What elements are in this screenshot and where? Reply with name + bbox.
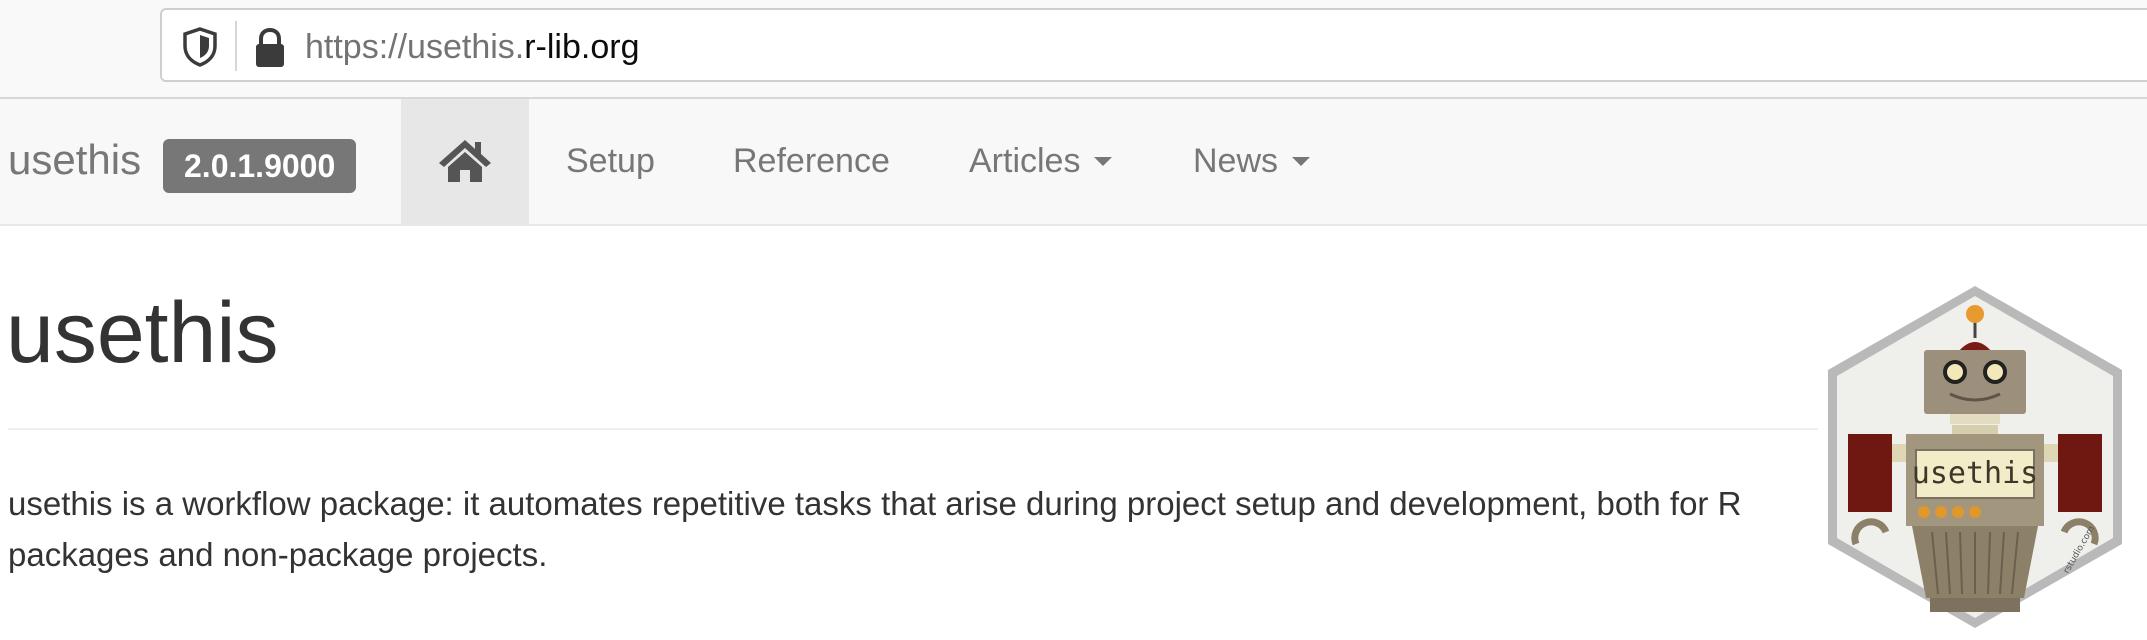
nav-setup[interactable]: Setup	[566, 99, 655, 224]
address-bar-divider	[235, 21, 237, 71]
nav-home[interactable]	[401, 99, 529, 224]
nav-articles-label: Articles	[969, 142, 1081, 180]
nav-news-label: News	[1193, 142, 1279, 180]
shield-icon[interactable]	[182, 27, 218, 67]
nav-news-dropdown[interactable]: News	[1193, 99, 1311, 224]
usethis-hex-logo: usethis rstudio.com	[1828, 286, 2122, 628]
hex-logo-text: usethis	[1912, 456, 2038, 491]
site-navbar: usethis 2.0.1.9000 Setup Reference Artic…	[0, 99, 2147, 226]
caret-down-icon	[1094, 156, 1113, 166]
nav-reference[interactable]: Reference	[733, 99, 890, 224]
home-icon	[439, 140, 491, 182]
title-divider	[8, 428, 1818, 430]
nav-articles-dropdown[interactable]: Articles	[969, 99, 1113, 224]
url-text[interactable]: https://usethis.r-lib.org	[305, 27, 639, 67]
url-domain: r-lib.org	[524, 28, 640, 66]
address-bar[interactable]: https://usethis.r-lib.org	[160, 8, 2147, 82]
version-badge: 2.0.1.9000	[163, 139, 357, 193]
browser-toolbar: https://usethis.r-lib.org	[0, 0, 2147, 99]
intro-paragraph: usethis is a workflow package: it automa…	[8, 485, 1742, 573]
lock-icon[interactable]	[252, 27, 288, 69]
url-prefix: https://usethis.	[305, 28, 525, 66]
page-title: usethis	[6, 285, 279, 381]
caret-down-icon	[1292, 156, 1311, 166]
site-brand[interactable]: usethis	[8, 134, 141, 186]
